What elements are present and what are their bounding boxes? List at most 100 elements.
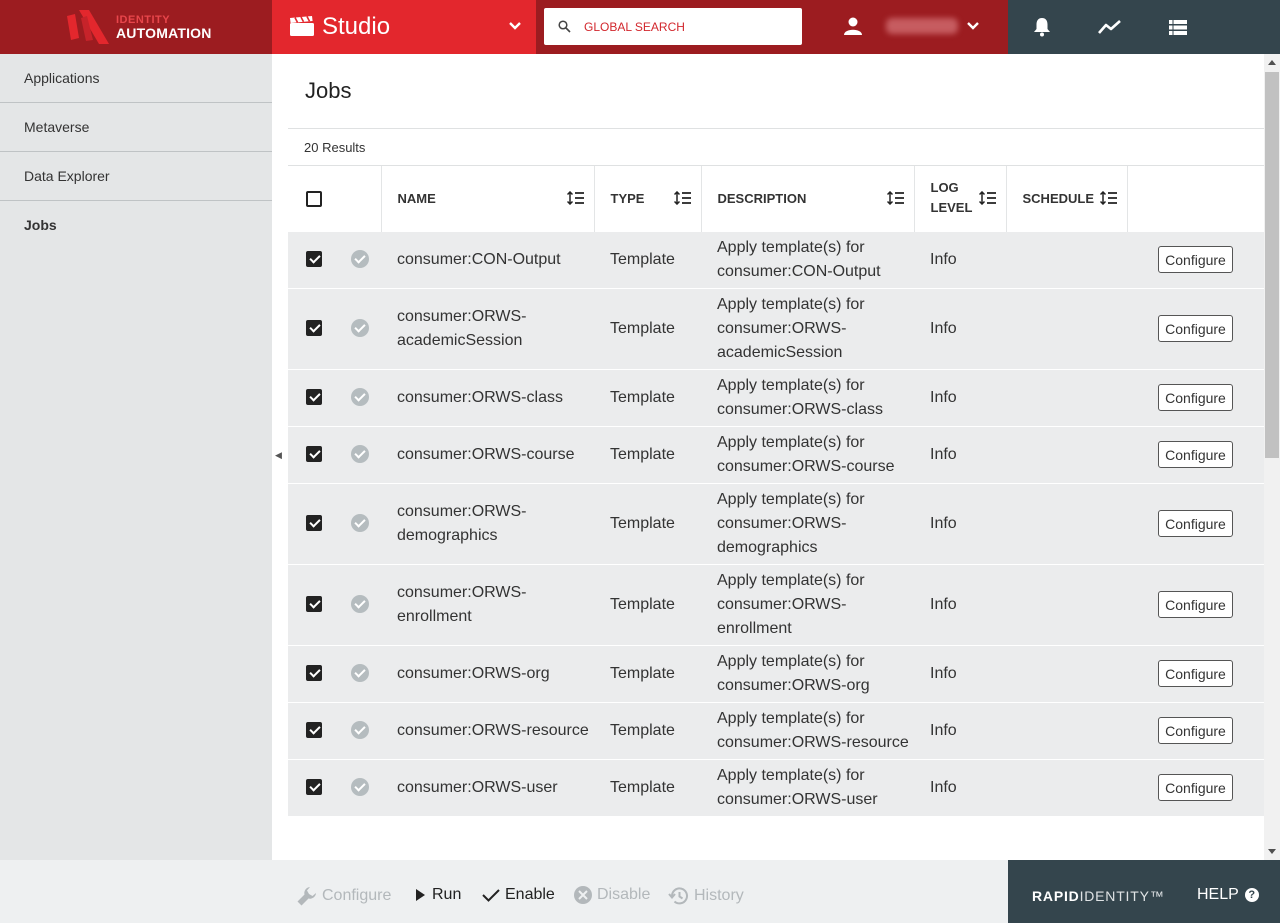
row-actions-cell: Configure bbox=[1127, 368, 1264, 427]
job-type: Template bbox=[594, 482, 701, 565]
configure-button[interactable]: Configure bbox=[1158, 510, 1233, 537]
configure-button[interactable]: Configure bbox=[1158, 717, 1233, 744]
job-type: Template bbox=[594, 368, 701, 427]
table-row[interactable]: consumer:ORWS-class Template Apply templat… bbox=[288, 368, 1264, 427]
row-status-cell bbox=[338, 425, 381, 484]
row-checkbox[interactable] bbox=[306, 665, 322, 682]
scroll-up-arrow-icon[interactable] bbox=[1268, 60, 1276, 65]
row-checkbox[interactable] bbox=[306, 320, 322, 337]
activity-button[interactable] bbox=[1096, 13, 1124, 41]
row-checkbox[interactable] bbox=[306, 515, 322, 532]
job-type: Template bbox=[594, 230, 701, 289]
table-row[interactable]: consumer:ORWS-user Template Apply template… bbox=[288, 758, 1264, 817]
table-row[interactable]: consumer:CON-Output Template Apply templat… bbox=[288, 230, 1264, 289]
job-name: consumer:ORWS-enrollment bbox=[381, 563, 594, 646]
column-header-description[interactable]: DESCRIPTION bbox=[701, 166, 915, 231]
user-menu[interactable] bbox=[808, 0, 1008, 54]
column-header-schedule[interactable]: SCHEDULE bbox=[1006, 166, 1128, 231]
column-header-type[interactable]: TYPE bbox=[594, 166, 702, 231]
row-checkbox[interactable] bbox=[306, 596, 322, 613]
row-status-cell bbox=[338, 368, 381, 427]
sidebar-item-data-explorer[interactable]: Data Explorer bbox=[0, 152, 272, 201]
global-search-input[interactable] bbox=[584, 17, 794, 37]
check-icon bbox=[482, 889, 500, 902]
enable-action-button[interactable]: Enable bbox=[481, 885, 555, 905]
configure-action-button[interactable]: Configure bbox=[296, 885, 391, 907]
sort-icon[interactable] bbox=[566, 191, 585, 205]
row-checkbox[interactable] bbox=[306, 446, 322, 463]
row-actions-cell: Configure bbox=[1127, 644, 1264, 703]
column-header-log-level[interactable]: LOG LEVEL bbox=[914, 166, 1007, 231]
list-view-button[interactable] bbox=[1164, 13, 1192, 41]
configure-button[interactable]: Configure bbox=[1158, 315, 1233, 342]
bell-icon bbox=[1034, 18, 1050, 37]
sort-icon[interactable] bbox=[1099, 191, 1118, 205]
configure-button[interactable]: Configure bbox=[1158, 660, 1233, 687]
sidebar-item-metaverse[interactable]: Metaverse bbox=[0, 103, 272, 152]
job-schedule bbox=[1006, 758, 1127, 817]
chevron-down-icon[interactable] bbox=[508, 21, 522, 31]
row-checkbox[interactable] bbox=[306, 722, 322, 739]
help-question-icon: ? bbox=[1244, 888, 1259, 902]
configure-button[interactable]: Configure bbox=[1158, 774, 1233, 801]
configure-button[interactable]: Configure bbox=[1158, 591, 1233, 618]
global-search-box[interactable] bbox=[544, 8, 802, 45]
history-icon bbox=[668, 887, 688, 905]
scroll-down-arrow-icon[interactable] bbox=[1268, 849, 1276, 854]
job-type: Template bbox=[594, 644, 701, 703]
table-row[interactable]: consumer:ORWS-demographics Template Apply … bbox=[288, 482, 1264, 565]
row-status-cell bbox=[338, 482, 381, 565]
row-checkbox[interactable] bbox=[306, 389, 322, 406]
status-check-icon bbox=[351, 250, 369, 269]
row-status-cell bbox=[338, 758, 381, 817]
column-header-label: SCHEDULE bbox=[1022, 190, 1095, 206]
collapse-left-icon: ◀ bbox=[275, 450, 282, 460]
configure-button[interactable]: Configure bbox=[1158, 246, 1233, 273]
sidebar-collapse-handle[interactable]: ◀ bbox=[272, 54, 288, 860]
configure-button[interactable]: Configure bbox=[1158, 441, 1233, 468]
disable-action-button[interactable]: Disable bbox=[573, 885, 650, 905]
table-row[interactable]: consumer:ORWS-enrollment Template Apply te… bbox=[288, 563, 1264, 646]
row-checkbox[interactable] bbox=[306, 251, 322, 268]
sort-icon[interactable] bbox=[673, 191, 692, 205]
help-label: HELP bbox=[1197, 886, 1239, 903]
job-name: consumer:ORWS-org bbox=[381, 644, 594, 703]
brand-light: IDENTITY™ bbox=[1079, 888, 1165, 904]
sort-icon[interactable] bbox=[978, 191, 997, 205]
select-all-checkbox[interactable] bbox=[306, 190, 322, 207]
job-schedule bbox=[1006, 482, 1127, 565]
chevron-down-icon[interactable] bbox=[966, 21, 980, 31]
vertical-scrollbar[interactable] bbox=[1264, 54, 1280, 860]
job-schedule bbox=[1006, 368, 1127, 427]
sort-icon[interactable] bbox=[886, 191, 905, 205]
row-select-cell bbox=[288, 563, 338, 646]
sidebar-item-jobs[interactable]: Jobs bbox=[0, 201, 272, 250]
history-action-button[interactable]: History bbox=[668, 885, 744, 907]
app-switcher[interactable]: Studio bbox=[272, 0, 536, 54]
notifications-button[interactable] bbox=[1028, 13, 1056, 41]
row-actions-cell: Configure bbox=[1127, 563, 1264, 646]
help-button[interactable]: HELP ? bbox=[1197, 886, 1259, 904]
row-checkbox[interactable] bbox=[306, 779, 322, 796]
table-row[interactable]: consumer:ORWS-academicSession Template App… bbox=[288, 287, 1264, 370]
table-row[interactable]: consumer:ORWS-org Template Apply template(… bbox=[288, 644, 1264, 703]
job-name: consumer:ORWS-resource bbox=[381, 701, 594, 760]
disable-icon bbox=[574, 886, 592, 904]
table-row[interactable]: consumer:ORWS-resource Template Apply temp… bbox=[288, 701, 1264, 760]
app-title: Studio bbox=[322, 13, 391, 40]
column-header-label: LOG LEVEL bbox=[930, 180, 973, 216]
table-row[interactable]: consumer:ORWS-course Template Apply templa… bbox=[288, 425, 1264, 484]
identity-automation-logo[interactable]: IDENTITY AUTOMATION bbox=[0, 0, 272, 54]
list-icon bbox=[1169, 20, 1187, 35]
job-name: consumer:ORWS-course bbox=[381, 425, 594, 484]
job-name: consumer:ORWS-class bbox=[381, 368, 594, 427]
run-action-button[interactable]: Run bbox=[412, 885, 461, 905]
row-select-cell bbox=[288, 230, 338, 289]
scrollbar-thumb[interactable] bbox=[1265, 72, 1279, 458]
column-header-name[interactable]: NAME bbox=[381, 166, 595, 231]
configure-button[interactable]: Configure bbox=[1158, 384, 1233, 411]
status-check-icon bbox=[351, 388, 369, 407]
table-header-row: NAME TYPE DESCRIPTION LOG LEVEL SCHEDULE bbox=[288, 166, 1264, 231]
column-header-label: TYPE bbox=[610, 190, 645, 206]
sidebar-item-applications[interactable]: Applications bbox=[0, 54, 272, 103]
